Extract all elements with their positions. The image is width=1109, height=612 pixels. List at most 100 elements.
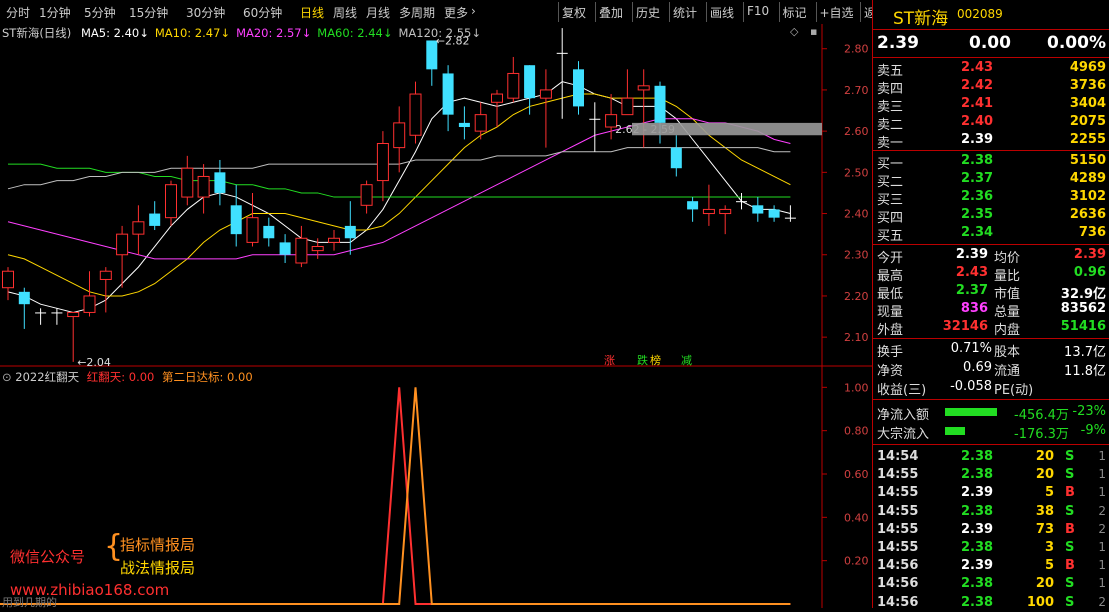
tick-row[interactable]: 14:55 2.39 73 B 2 (873, 521, 1109, 539)
ask-row-0[interactable]: 卖五 2.43 4969 (873, 59, 1109, 79)
tick-price: 2.38 (961, 449, 994, 464)
collapse-icon[interactable]: ⊙ (2, 370, 12, 384)
toolbar-divider (595, 2, 596, 22)
bid-row-4[interactable]: 买五 2.34 736 (873, 224, 1109, 244)
ind-tick-label: 1.00 (844, 381, 869, 394)
tick-direction: S (1065, 576, 1075, 592)
ma-legend: MA5: 2.40↓ MA10: 2.47↓ MA20: 2.57↓ MA60: 2.… (75, 26, 481, 40)
stat-label: 换手 (877, 345, 904, 360)
bid-row-3[interactable]: 买四 2.35 2636 (873, 206, 1109, 226)
bid-row-0[interactable]: 买一 2.38 5150 (873, 152, 1109, 172)
kline-chart[interactable]: 2.802.702.602.502.402.302.202.10 ←2.82←2… (0, 24, 872, 390)
period-tab-3[interactable]: 15分钟 (129, 4, 168, 21)
stat2-row: 净资 0.69 流通 11.8亿 (873, 359, 1109, 379)
tick-volume: 100 (1026, 594, 1054, 610)
tick-row[interactable]: 14:55 2.38 38 S 2 (873, 503, 1109, 521)
tick-row[interactable]: 14:56 2.39 5 B 1 (873, 557, 1109, 575)
stat-value: 32146 (942, 319, 988, 334)
tick-row[interactable]: 14:55 2.39 5 B 1 (873, 484, 1109, 502)
period-tab-6[interactable]: 日线 (300, 4, 324, 21)
toolbar-divider (632, 2, 633, 22)
chart-header: ST新海(日线) MA5: 2.40↓ MA10: 2.47↓ MA20: 2.57… (2, 25, 481, 41)
tick-direction: S (1065, 503, 1075, 519)
period-tab-5[interactable]: 60分钟 (243, 4, 282, 21)
tick-time: 14:55 (877, 503, 919, 519)
indicator-title: 2022红翻天 (15, 370, 80, 384)
tick-time: 14:56 (877, 576, 919, 592)
tool-button-7[interactable]: +自选 (820, 4, 854, 21)
stat-value: 2.43 (955, 265, 988, 280)
chart-controls[interactable]: ◇ ▪ (790, 25, 817, 38)
price-tick-label: 2.40 (844, 208, 869, 221)
tick-price: 2.38 (961, 576, 994, 592)
ask-row-3[interactable]: 卖二 2.40 2075 (873, 113, 1109, 133)
ask-row-4[interactable]: 卖一 2.39 2255 (873, 131, 1109, 151)
tick-row[interactable]: 14:56 2.38 20 S 1 (873, 575, 1109, 593)
tick-time: 14:55 (877, 467, 919, 483)
tick-direction: S (1065, 594, 1075, 610)
tick-time: 14:54 (877, 449, 919, 464)
period-tab-9[interactable]: 多周期 (399, 4, 435, 21)
tool-button-1[interactable]: 叠加 (599, 4, 623, 21)
period-tab-0[interactable]: 分时 (6, 4, 30, 21)
tool-button-5[interactable]: F10 (747, 4, 769, 18)
tool-button-3[interactable]: 统计 (673, 4, 697, 21)
ma-label-0: MA5: 2.40↓ (80, 26, 149, 40)
settings-icon[interactable]: ▪ (810, 25, 817, 38)
bid-label: 买五 (877, 229, 904, 244)
stat-value: 0.69 (963, 360, 992, 375)
tick-price: 2.38 (961, 503, 994, 519)
flow-bar (945, 408, 997, 416)
stat-value: 2.39 (1073, 247, 1106, 262)
price-tick-label: 2.30 (844, 249, 869, 262)
bid-row-2[interactable]: 买三 2.36 3102 (873, 188, 1109, 208)
stat-row: 今开 2.39 均价 2.39 (873, 246, 1109, 266)
ask-volume: 3404 (1069, 96, 1106, 111)
stat-row: 最高 2.43 量比 0.96 (873, 264, 1109, 284)
tool-button-6[interactable]: 标记 (783, 4, 807, 21)
tick-price: 2.38 (961, 594, 994, 610)
indicator-series-2-label: 第二日达标: 0.00 (162, 370, 253, 384)
stat-row: 现量 836 总量 83562 (873, 300, 1109, 320)
bid-row-1[interactable]: 买二 2.37 4289 (873, 170, 1109, 190)
ind-tick-label: 0.80 (844, 425, 869, 438)
tick-row[interactable]: 14:55 2.38 20 S 1 (873, 466, 1109, 484)
period-tab-10[interactable]: 更多 (444, 4, 468, 21)
ask-volume: 2255 (1069, 132, 1106, 147)
indicator-series-1-line (0, 387, 791, 605)
period-tab-4[interactable]: 30分钟 (186, 4, 225, 21)
flow-value: -456.4万 (1014, 408, 1069, 423)
flow-row: 大宗流入 -176.3万 -9% (873, 422, 1109, 442)
bid-volume: 5150 (1069, 153, 1106, 168)
tick-count: 1 (1098, 485, 1106, 500)
flow-pct: -9% (1080, 423, 1106, 438)
price-change: 0.00 (969, 33, 1011, 53)
tool-button-4[interactable]: 画线 (710, 4, 734, 21)
flow-label: 净流入额 (877, 408, 930, 423)
tick-row[interactable]: 14:54 2.38 20 S 1 (873, 448, 1109, 466)
stat-label: 收益(三) (877, 383, 927, 398)
diamond-icon[interactable]: ◇ (790, 25, 798, 38)
ask-row-1[interactable]: 卖四 2.42 3736 (873, 77, 1109, 97)
bid-price: 2.36 (961, 189, 994, 204)
tick-count: 2 (1098, 594, 1106, 609)
tool-button-2[interactable]: 历史 (636, 4, 660, 21)
tick-direction: S (1065, 467, 1075, 483)
period-tab-1[interactable]: 1分钟 (39, 4, 71, 21)
tick-row[interactable]: 14:56 2.38 100 S 2 (873, 594, 1109, 612)
chevron-right-icon[interactable]: › (471, 4, 476, 18)
flow-bar (945, 427, 965, 435)
watermark-item2: 战法情报局 (120, 559, 196, 577)
bid-volume: 3102 (1069, 189, 1106, 204)
tool-button-0[interactable]: 复权 (562, 4, 586, 21)
tick-count: 2 (1098, 521, 1106, 536)
period-tab-2[interactable]: 5分钟 (84, 4, 116, 21)
period-tab-7[interactable]: 周线 (333, 4, 357, 21)
ma-label-3: MA60: 2.44↓ (317, 26, 393, 40)
ask-volume: 2075 (1069, 114, 1106, 129)
period-toolbar: 分时 1分钟 5分钟 15分钟 30分钟 60分钟 日线 周线 月线 多周期 更多 › 复权 叠加 历史 统计… (0, 0, 888, 25)
tick-row[interactable]: 14:55 2.38 3 S 1 (873, 539, 1109, 557)
price-tick-label: 2.10 (844, 331, 869, 344)
ask-row-2[interactable]: 卖三 2.41 3404 (873, 95, 1109, 115)
period-tab-8[interactable]: 月线 (366, 4, 390, 21)
